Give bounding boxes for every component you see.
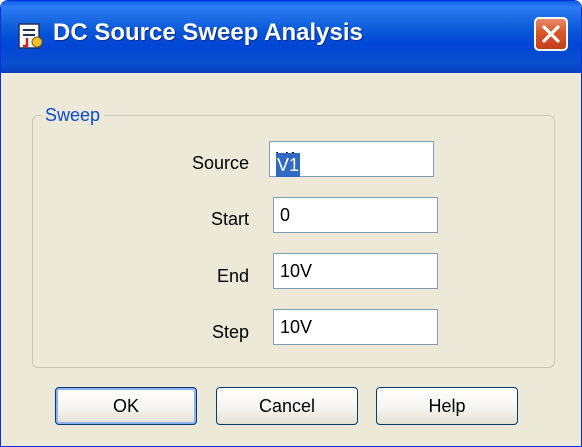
sweep-group-label: Sweep [45,105,101,125]
dc-sweep-dialog: DC Source Sweep Analysis Sweep Source V1… [0,0,582,447]
window-title: DC Source Sweep Analysis [53,19,363,46]
help-button[interactable]: Help [376,387,518,425]
start-label: Start [210,209,249,229]
step-input[interactable] [273,309,438,345]
close-icon [542,25,560,43]
step-label: Step [211,322,249,342]
end-input[interactable] [273,253,438,289]
ok-button[interactable]: OK [55,387,197,425]
app-icon [17,21,45,51]
source-label: Source [191,153,249,173]
title-bar[interactable]: DC Source Sweep Analysis [1,1,581,73]
start-input[interactable] [273,197,438,233]
source-selected-text: V1 [276,153,301,177]
cancel-button[interactable]: Cancel [216,387,358,425]
close-button[interactable] [534,17,568,51]
end-label: End [216,266,249,286]
